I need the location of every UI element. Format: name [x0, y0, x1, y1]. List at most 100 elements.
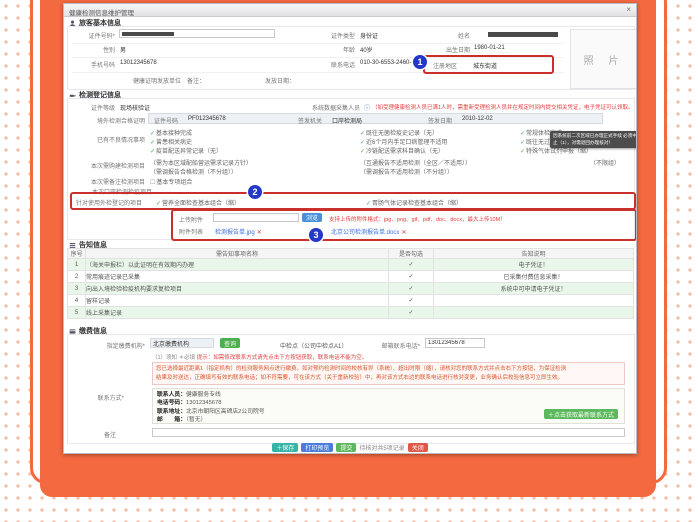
id-type-label: 证件类型: [298, 31, 355, 40]
browse-button[interactable]: 浏览: [302, 213, 322, 222]
table-row[interactable]: 3 向出入境检验检疫机构要求复检项目 ✓ 系统中可申请电子凭证！: [68, 283, 634, 295]
submit-button[interactable]: 提交: [336, 443, 356, 452]
remark-label: 备注: [98, 430, 116, 439]
table-row[interactable]: 2 常用痕迹记录已采集 ✓ 已采集付费信息采集！: [68, 271, 634, 283]
attachment-link[interactable]: 检测报告单.jpg: [215, 230, 255, 236]
remove-attachment-icon[interactable]: ✕: [257, 230, 262, 236]
extra-checkbox-item[interactable]: ☐基本专项组合: [150, 177, 192, 186]
gender-label: 性别: [68, 45, 115, 54]
region-highlight-box: 注册地区 城东街道: [423, 55, 554, 74]
table-row[interactable]: 5 线上采集记录 ✓: [68, 307, 634, 319]
collector-label: 系统数据采集人员: [278, 103, 360, 112]
attach-label: 附件列表: [179, 227, 207, 236]
row-no: 1: [68, 259, 86, 271]
contact-info-box: 联系人员：健康服务专线 电话号码：13012345678 联系地址：北京市朝阳区…: [152, 388, 625, 424]
info-label: 电话号码：: [157, 400, 186, 406]
age-label: 年龄: [298, 45, 355, 54]
table-row[interactable]: 4 留样记录 ✓: [68, 295, 634, 307]
remark-input[interactable]: [152, 428, 625, 437]
region-label: 注册地区: [433, 61, 463, 70]
col-header: 告知说明: [434, 249, 634, 259]
row-check-icon[interactable]: ✓: [389, 295, 434, 307]
phone-label: 手机号码: [68, 60, 115, 69]
attachment-link[interactable]: 北京公司检测报告单.docx: [331, 230, 399, 236]
issue-date-label: 发放日期：: [265, 76, 325, 85]
row-no: 3: [68, 283, 86, 295]
col-header: 需告知事项名称: [86, 249, 389, 259]
mail-label: 邮箱联系电话*: [350, 341, 420, 350]
close-button[interactable]: 关闭: [408, 443, 428, 452]
row-name: 线上采集记录: [86, 307, 389, 319]
use-item[interactable]: ✓胃肠气体记录检查基本组合（缩）: [366, 198, 462, 207]
print-button[interactable]: 打印预览: [301, 443, 333, 452]
history-label: 已有不良情况事项: [68, 135, 145, 144]
tooltip: 因系统前二次区域已办理正式手续 必须中止（1），对需退回办理核对！: [550, 131, 637, 148]
alert-line: 您已选择最近距离1（指定机构）的检测服务网点进行缴费，如对预约检测时间的校核有异…: [156, 365, 621, 374]
row-remark: [434, 307, 634, 319]
info-label: 联系人员：: [157, 392, 186, 398]
need-item[interactable]: （需调报告不适用检测（不分组））: [360, 167, 453, 176]
checkbox-item[interactable]: ✓曾患相关病史: [150, 137, 192, 146]
row-remark: 已采集付费信息采集！: [434, 271, 634, 283]
notice-table: 序号 需告知事项名称 是否勾选 告知说明 1 （海关申报栏）以此证明在有效期内办…: [67, 248, 634, 319]
tip-red: 提示：如需修改联系方式请先点击下方按钮获取，联系电话不能为空。: [197, 355, 368, 361]
pay-org-input[interactable]: [150, 338, 214, 348]
use-highlight-box: 针对使用外检登记的项目 ✓营养全面检查基本组合（缩） ✓胃肠气体记录检查基本组合…: [70, 192, 636, 210]
item-label: 疫苗配送异常记录（无）: [156, 149, 222, 155]
info-value: （暂无）: [186, 417, 206, 423]
point-text: 中检点（公司中检点A1）: [280, 341, 347, 350]
checkbox-item[interactable]: ✓疫苗配送异常记录（无）: [150, 146, 222, 155]
row-name: 向出入境检验检疫机构要求复检项目: [86, 283, 389, 295]
checkbox-item[interactable]: ✓基本接种完成: [150, 128, 192, 137]
row-check-icon[interactable]: ✓: [389, 307, 434, 319]
age-value: 40岁: [360, 45, 373, 54]
level-label: 证件等级: [68, 103, 115, 112]
mail-input[interactable]: [425, 338, 485, 348]
cert-no-label: 证件号码: [154, 116, 184, 125]
row-check-icon[interactable]: ✓: [389, 271, 434, 283]
birth-value: 1980-01-21: [474, 45, 505, 51]
attachment-item: 北京公司检测报告单.docx✕: [331, 227, 406, 236]
tip-plain: （1）须知 ＊必填: [152, 355, 195, 361]
extra-label: 本次需备注检测项目: [68, 177, 145, 186]
basic-panel: 证件号码* 证件类型 身份证 姓名 性别 男 年龄 40岁 出生日期 1980-…: [67, 26, 635, 90]
item-label: 基本专项组合: [156, 180, 192, 186]
check-icon: ✓: [366, 201, 371, 207]
close-icon[interactable]: ×: [626, 5, 631, 14]
row-no: 4: [68, 295, 86, 307]
check-icon: ✓: [156, 201, 161, 207]
row-check-icon[interactable]: ✓: [389, 283, 434, 295]
need-item[interactable]: （需调报告合格检测（不分组））: [150, 167, 237, 176]
col-header: 是否勾选: [389, 249, 434, 259]
name-redaction: [488, 32, 558, 37]
upload-input[interactable]: [213, 213, 299, 222]
table-row[interactable]: 1 （海关申报栏）以此证明在有效期内办理 ✓ 电子凭证！: [68, 259, 634, 271]
upload-label: 上传附件: [179, 215, 207, 224]
refresh-contact-button[interactable]: ＋点击获取最新联系方式: [544, 409, 618, 419]
table-header-row: 序号 需告知事项名称 是否勾选 告知说明: [68, 249, 634, 259]
info-label: 邮 箱：: [157, 417, 186, 423]
row-check-icon[interactable]: ✓: [389, 259, 434, 271]
info-value: 13012345678: [186, 400, 221, 406]
alert-line: 结果及时送达，正确填写有效的联系电话；如不符需要，可在该方式（关于重新校验）中，…: [156, 374, 621, 383]
checkbox-item[interactable]: ✓既往无菌检疫史记录（无）: [360, 128, 438, 137]
unchecked-icon: ☐: [150, 180, 155, 186]
contact-label: 联系方式*: [82, 393, 124, 402]
search-button[interactable]: 查询: [220, 338, 240, 348]
issue-label: 健康证明发放单位 备注：: [68, 76, 205, 85]
use-item[interactable]: ✓营养全面检查基本组合（缩）: [156, 198, 240, 207]
footer-bar: ＋保存 打印预览 提交 待核对共5项记录 关闭: [64, 443, 636, 452]
row-no: 2: [68, 271, 86, 283]
check-icon: ✓: [360, 149, 365, 155]
level-value: 现场核验证: [120, 103, 150, 112]
row-name: 留样记录: [86, 295, 389, 307]
checkbox-item[interactable]: ✓近6个月内手足口病管理不适用: [360, 137, 447, 146]
save-button[interactable]: ＋保存: [272, 443, 298, 452]
remove-attachment-icon[interactable]: ✕: [401, 230, 406, 236]
check-panel: 证件等级 现场核验证 系统数据采集人员 ⓘ （如受理健康检测人员已满1人时，需重…: [67, 98, 635, 240]
row-remark: [434, 295, 634, 307]
info-icon: ⓘ: [364, 103, 370, 112]
need-item[interactable]: （需为本区域配船营运需求记录方针）: [150, 158, 252, 167]
checkbox-item[interactable]: ✓冷链配送需求科目确认（无）: [360, 146, 444, 155]
need-item[interactable]: （互通报告不适用检测（全区／不适用））: [360, 158, 471, 167]
